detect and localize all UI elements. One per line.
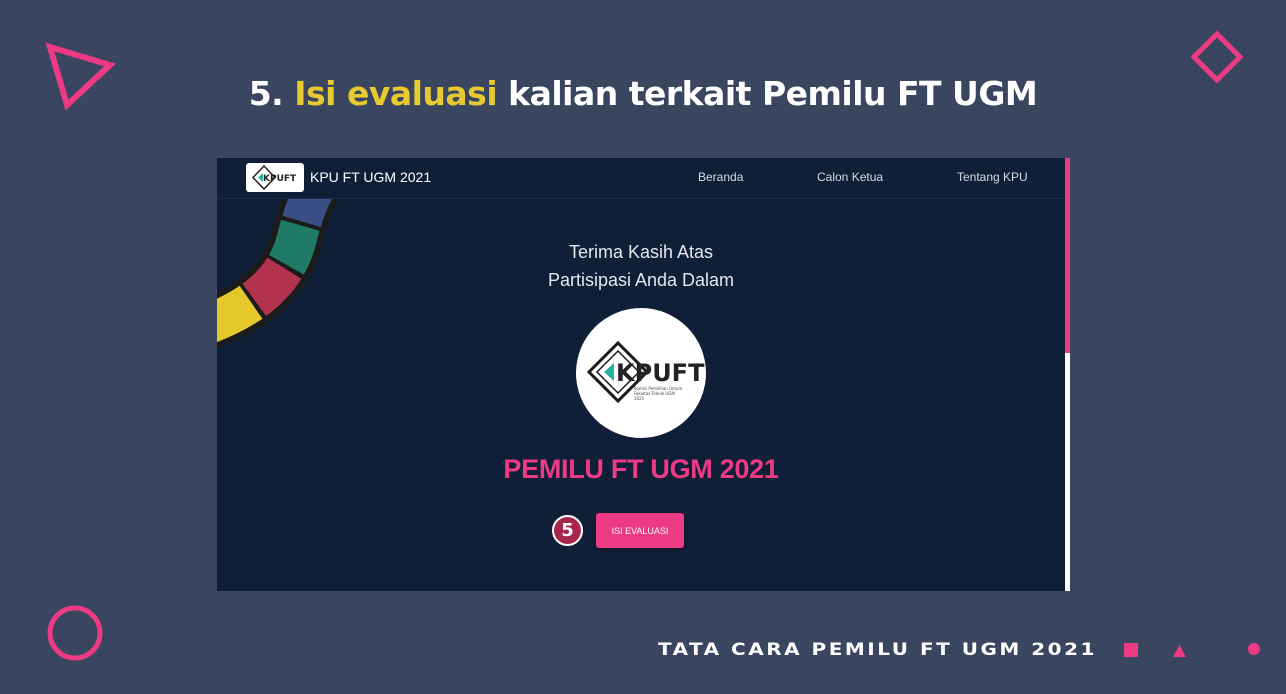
site-heading: PEMILU FT UGM 2021 (503, 454, 779, 484)
nav-link-calon-ketua[interactable]: Calon Ketua (817, 170, 883, 184)
thanks-line-1: Terima Kasih Atas (568, 242, 714, 262)
step-marker: 5 (552, 515, 583, 546)
footer-text: TATA CARA PEMILU FT UGM 2021 (658, 639, 1097, 660)
kpuft-logo-circle: KPUFT Komisi Pemilihan Umum Fakultas Tek… (576, 308, 706, 438)
title-rest: kalian terkait Pemilu FT UGM (497, 74, 1038, 113)
thank-you-message: Terima Kasih Atas Partisipasi Anda Dalam (217, 238, 1065, 294)
kpuft-logo-icon: KPUFT Komisi Pemilihan Umum Fakultas Tek… (586, 340, 705, 404)
title-prefix: 5. (248, 74, 295, 113)
thanks-line-2: Partisipasi Anda Dalam (547, 270, 735, 290)
website-screenshot: KPUFT KPU FT UGM 2021 Beranda Calon Ketu… (217, 158, 1070, 591)
logo-text: KPUFT (616, 359, 705, 387)
site-navbar: KPUFT KPU FT UGM 2021 Beranda Calon Ketu… (217, 158, 1065, 199)
circle-outline-icon (47, 605, 103, 661)
nav-link-tentang-kpu[interactable]: Tentang KPU (957, 170, 1028, 184)
dot-icon (1248, 643, 1260, 655)
title-highlight: Isi evaluasi (294, 74, 498, 113)
square-icon (1124, 643, 1138, 657)
svg-text:KPUFT: KPUFT (263, 174, 297, 184)
kpuft-logo-icon: KPUFT (251, 164, 297, 191)
site-logo[interactable]: KPUFT (246, 163, 304, 192)
isi-evaluasi-button[interactable]: ISI EVALUASI (596, 513, 684, 548)
slide-title: 5. Isi evaluasi kalian terkait Pemilu FT… (0, 74, 1286, 113)
logo-sub-3: 2021 (634, 396, 645, 401)
scrollbar-thumb[interactable] (1065, 158, 1070, 353)
nav-link-beranda[interactable]: Beranda (698, 170, 743, 184)
triangle-icon (1173, 645, 1186, 657)
site-brand[interactable]: KPU FT UGM 2021 (310, 169, 431, 185)
